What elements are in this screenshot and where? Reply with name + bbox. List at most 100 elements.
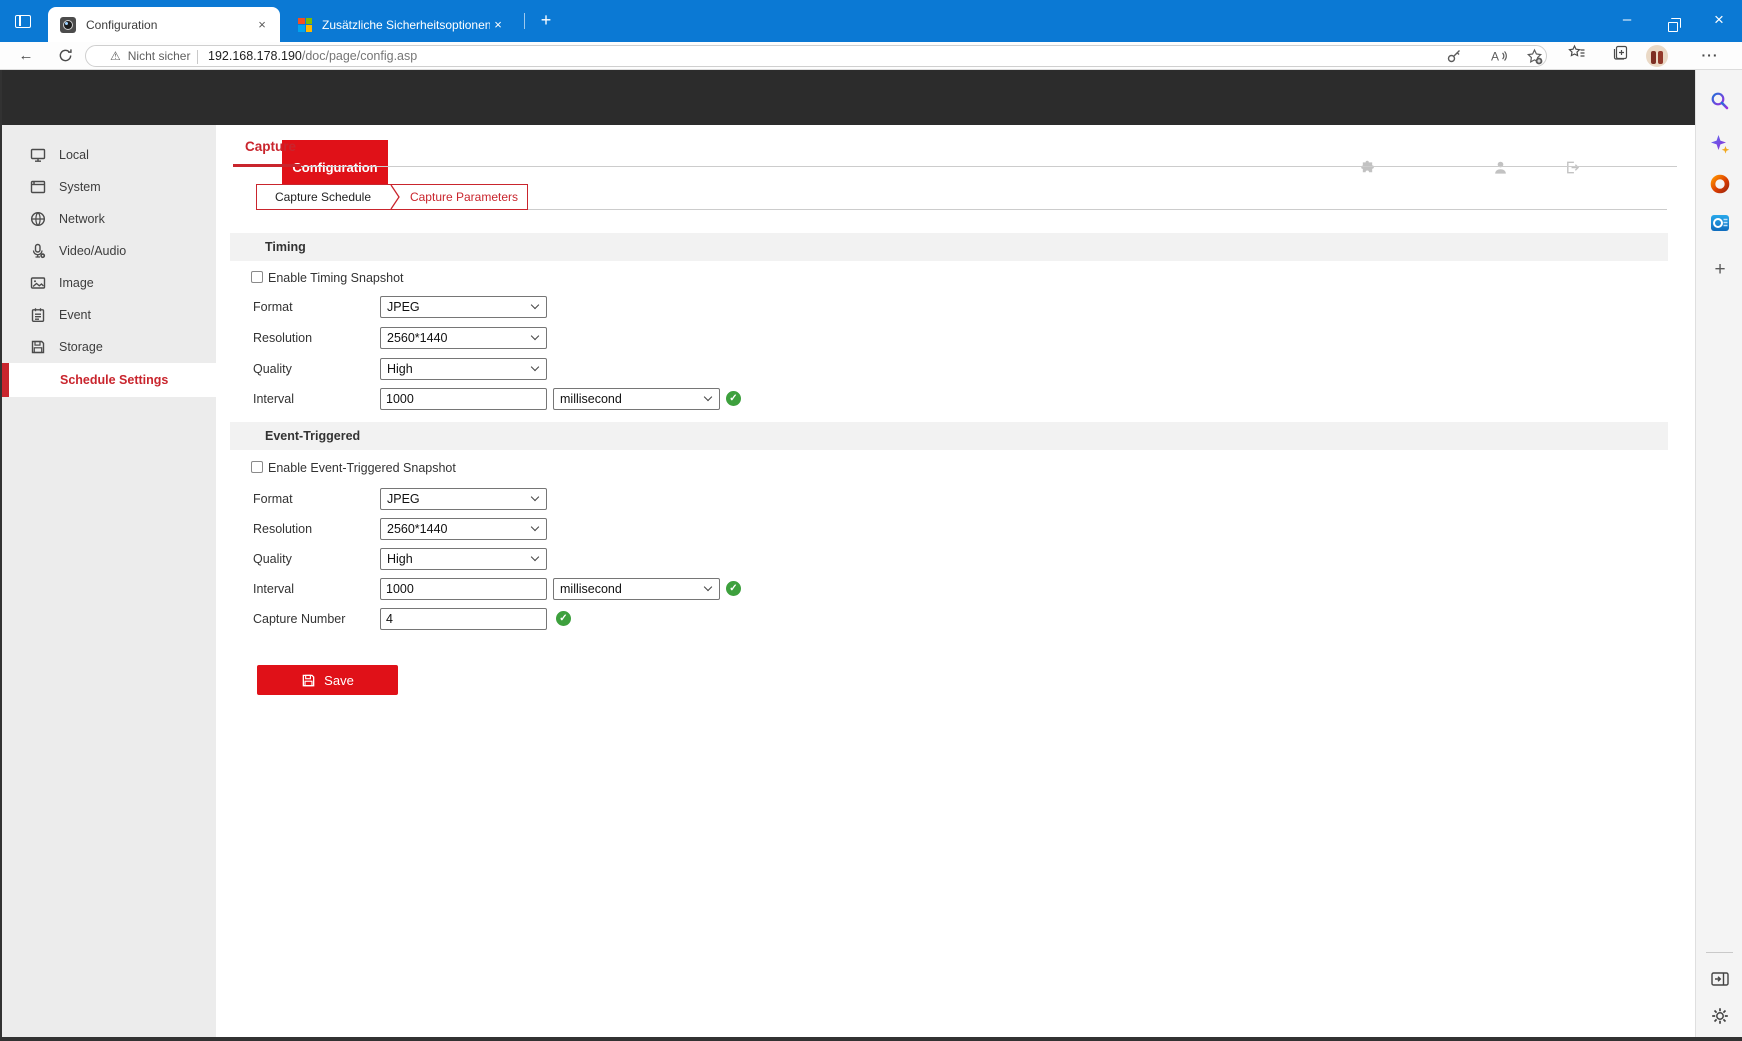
- event-interval-input[interactable]: [380, 578, 547, 600]
- back-button[interactable]: [12, 42, 40, 70]
- timing-quality-row: Quality High: [230, 358, 1530, 380]
- timing-format-row: Format JPEG: [230, 296, 1530, 318]
- refresh-button[interactable]: [51, 42, 79, 70]
- settings-gear-icon[interactable]: [1710, 1006, 1730, 1026]
- timing-quality-select[interactable]: High: [380, 358, 547, 380]
- tab-capture-schedule[interactable]: Capture Schedule: [257, 185, 389, 209]
- sidebar-item-image[interactable]: Image: [2, 267, 216, 299]
- copilot-icon[interactable]: [1710, 134, 1730, 154]
- browser-toolbar: Nicht sicher 192.168.178.190/doc/page/co…: [0, 42, 1742, 70]
- chevron-right-icon: [389, 184, 401, 210]
- outlook-icon[interactable]: [1710, 213, 1730, 233]
- not-secure-warning-icon[interactable]: Nicht sicher: [110, 46, 191, 68]
- open-in-sidebar-icon[interactable]: [1710, 969, 1730, 989]
- event-quality-row: Quality High: [230, 548, 1530, 570]
- header-actions: Download Plug-in admin Logout: [1360, 140, 1690, 195]
- tab-title: Configuration: [86, 17, 158, 32]
- capture-number-row: Capture Number: [230, 608, 1530, 630]
- window-left-edge: [0, 70, 2, 1041]
- timing-resolution-select[interactable]: 2560*1440: [380, 327, 547, 349]
- chevron-down-icon: [530, 362, 540, 372]
- user-icon: [1495, 161, 1506, 174]
- calendar-icon: [31, 308, 45, 322]
- profile-avatar[interactable]: [1646, 45, 1668, 67]
- camera-favicon-icon: [60, 16, 76, 33]
- save-button[interactable]: Save: [257, 665, 398, 695]
- globe-icon: [30, 211, 46, 227]
- capture-tabs: Capture Schedule Capture Parameters: [256, 184, 528, 210]
- event-section-header: Event-Triggered: [230, 422, 1668, 450]
- vertical-tabs-icon: [15, 15, 31, 28]
- timing-resolution-row: Resolution 2560*1440: [230, 327, 1530, 349]
- new-tab-button[interactable]: [534, 9, 558, 33]
- event-quality-select[interactable]: High: [380, 548, 547, 570]
- valid-check-icon: [726, 391, 741, 406]
- microsoft-favicon-icon: [298, 17, 312, 32]
- search-icon[interactable]: [1710, 91, 1730, 111]
- tab-title: Zusätzliche Sicherheitsoptionen: [322, 17, 490, 32]
- add-favorite-star-icon[interactable]: [1526, 48, 1546, 66]
- chevron-down-icon: [530, 552, 540, 562]
- user-menu[interactable]: admin: [1493, 160, 1547, 175]
- timing-section-header: Timing: [230, 233, 1668, 261]
- office-icon[interactable]: [1710, 174, 1730, 194]
- timing-format-select[interactable]: JPEG: [380, 296, 547, 318]
- timing-interval-input[interactable]: [380, 388, 547, 410]
- browser-tab-security-options[interactable]: Zusätzliche Sicherheitsoptionen: [288, 7, 516, 42]
- sidebar-item-storage[interactable]: Storage: [2, 331, 216, 363]
- browser-tab-configuration[interactable]: Configuration: [48, 7, 280, 42]
- event-interval-unit-select[interactable]: millisecond: [553, 578, 720, 600]
- title-divider: [233, 166, 1677, 167]
- sidebar-item-network[interactable]: Network: [2, 203, 216, 235]
- add-sidebar-item-icon[interactable]: [1710, 261, 1730, 281]
- logout-icon: [1566, 161, 1579, 174]
- tab-capture-parameters[interactable]: Capture Parameters: [401, 185, 527, 209]
- password-key-icon[interactable]: [1446, 48, 1466, 66]
- event-format-select[interactable]: JPEG: [380, 488, 547, 510]
- logout-button[interactable]: Logout: [1565, 160, 1622, 175]
- chevron-down-icon: [530, 300, 540, 310]
- sidebar-item-schedule-settings[interactable]: Schedule Settings: [2, 363, 216, 397]
- collections-icon[interactable]: [1608, 44, 1632, 68]
- chevron-down-icon: [530, 492, 540, 502]
- chevron-down-icon: [530, 331, 540, 341]
- close-window-button[interactable]: [1696, 0, 1742, 42]
- edge-sidebar: [1695, 70, 1742, 1041]
- event-format-row: Format JPEG: [230, 488, 1530, 510]
- tab-actions-button[interactable]: [8, 8, 38, 35]
- address-bar[interactable]: Nicht sicher 192.168.178.190/doc/page/co…: [85, 45, 1547, 67]
- sidebar-item-system[interactable]: System: [2, 171, 216, 203]
- timing-interval-unit-select[interactable]: millisecond: [553, 388, 720, 410]
- monitor-icon: [30, 148, 46, 162]
- event-interval-row: Interval millisecond: [230, 578, 1530, 600]
- url-text[interactable]: 192.168.178.190/doc/page/config.asp: [208, 46, 417, 68]
- puzzle-icon: [1361, 160, 1374, 173]
- address-divider: [197, 50, 198, 64]
- valid-check-icon: [726, 581, 741, 596]
- sidebar-item-local[interactable]: Local: [2, 139, 216, 171]
- download-plugin-button[interactable]: Download Plug-in: [1360, 160, 1475, 175]
- event-resolution-select[interactable]: 2560*1440: [380, 518, 547, 540]
- event-resolution-row: Resolution 2560*1440: [230, 518, 1530, 540]
- minimize-button[interactable]: [1604, 0, 1650, 42]
- browser-window: Configuration Zusätzliche Sicherheitsopt…: [0, 0, 1742, 1041]
- enable-event-checkbox[interactable]: [251, 461, 263, 473]
- sidebar-item-event[interactable]: Event: [2, 299, 216, 331]
- restore-button[interactable]: [1650, 0, 1696, 42]
- settings-menu-icon[interactable]: [1698, 44, 1722, 68]
- tabs-divider: [516, 209, 1667, 210]
- capture-number-input[interactable]: [380, 608, 547, 630]
- sidebar-item-video-audio[interactable]: Video/Audio: [2, 235, 216, 267]
- page-title: Capture: [245, 139, 297, 154]
- save-floppy-icon: [302, 674, 315, 686]
- title-active-underline: [233, 164, 301, 167]
- microphone-icon: [32, 243, 46, 259]
- window-icon: [30, 180, 46, 194]
- browser-titlebar: Configuration Zusätzliche Sicherheitsopt…: [0, 0, 1742, 42]
- read-aloud-icon[interactable]: A: [1490, 48, 1510, 66]
- close-tab-icon[interactable]: [490, 17, 506, 33]
- tab-divider: [524, 13, 525, 29]
- close-tab-icon[interactable]: [254, 17, 270, 33]
- favorites-bar-icon[interactable]: [1564, 44, 1588, 68]
- enable-timing-checkbox[interactable]: [251, 271, 263, 283]
